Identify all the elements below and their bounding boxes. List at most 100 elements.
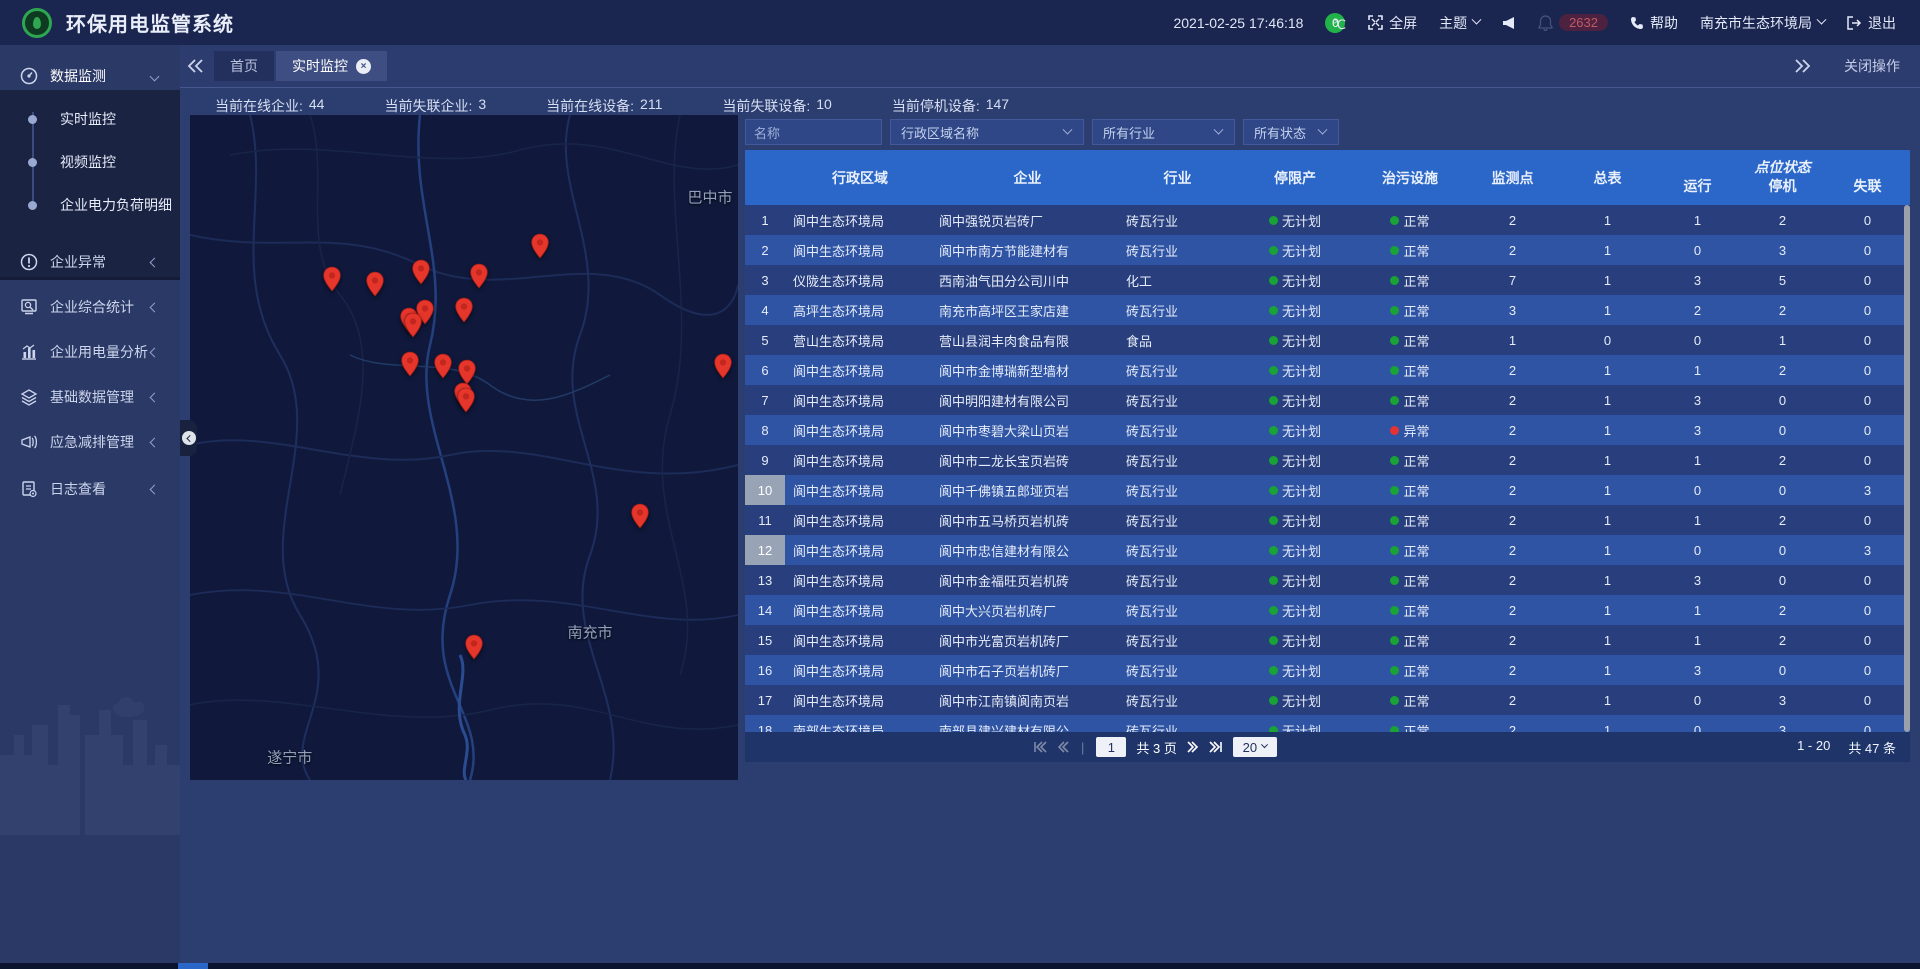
theme-dropdown[interactable]: 主题 — [1439, 13, 1480, 33]
table-row[interactable]: 9 阆中生态环境局 阆中市二龙长宝页岩砖 砖瓦行业 无计划 正常 2 1 1 2… — [745, 445, 1910, 475]
table-row[interactable]: 3 仪陇生态环境局 西南油气田分公司川中 化工 无计划 正常 7 1 3 5 0 — [745, 265, 1910, 295]
page-size-select[interactable]: 20 — [1233, 737, 1277, 757]
last-page-button[interactable] — [1209, 741, 1223, 753]
status-select[interactable]: 所有状态 — [1243, 119, 1339, 145]
row-meters-cell: 1 — [1560, 355, 1655, 385]
row-points-cell: 2 — [1465, 595, 1560, 625]
notifications[interactable]: 2632 — [1538, 14, 1608, 31]
row-points-cell: 2 — [1465, 235, 1560, 265]
table-row[interactable]: 6 阆中生态环境局 阆中市金博瑞新型墙材 砖瓦行业 无计划 正常 2 1 1 2… — [745, 355, 1910, 385]
row-plan-cell: 无计划 — [1235, 235, 1355, 265]
map-pin-icon[interactable] — [630, 503, 649, 529]
map-pin-icon[interactable] — [400, 351, 419, 377]
table-row[interactable]: 14 阆中生态环境局 阆中大兴页岩机砖厂 砖瓦行业 无计划 正常 2 1 1 2… — [745, 595, 1910, 625]
table-row[interactable]: 15 阆中生态环境局 阆中市光富页岩机砖厂 砖瓦行业 无计划 正常 2 1 1 … — [745, 625, 1910, 655]
tabs-scroll-left-button[interactable] — [180, 52, 210, 80]
first-page-button[interactable] — [1033, 741, 1047, 753]
sidebar-item-company-statistics[interactable]: 企业综合统计 — [0, 289, 180, 325]
logout-button[interactable]: 退出 — [1847, 13, 1896, 33]
tabs-scroll-right-button[interactable] — [1788, 52, 1818, 80]
next-page-button[interactable] — [1187, 741, 1199, 753]
tab-close-icon[interactable]: × — [356, 59, 371, 74]
org-label: 南充市生态环境局 — [1700, 13, 1812, 33]
sidebar-item-data-monitor[interactable]: 数据监测 — [0, 58, 180, 94]
map-pin-icon[interactable] — [469, 263, 488, 289]
page-number-input[interactable]: 1 — [1096, 737, 1126, 757]
fullscreen-button[interactable]: 全屏 — [1368, 13, 1417, 33]
help-button[interactable]: 帮助 — [1630, 13, 1678, 33]
table-row[interactable]: 1 阆中生态环境局 阆中强锐页岩砖厂 砖瓦行业 无计划 正常 2 1 1 2 0 — [745, 205, 1910, 235]
row-facility-cell: 正常 — [1355, 565, 1465, 595]
tab-home[interactable]: 首页 — [214, 51, 274, 81]
row-running-cell: 1 — [1655, 505, 1740, 535]
sound-toggle[interactable] — [1502, 16, 1516, 30]
map-pin-icon[interactable] — [455, 297, 474, 323]
sidebar-subitem-realtime-monitor[interactable]: 实时监控 — [0, 103, 180, 135]
map-pin-icon[interactable] — [412, 259, 431, 285]
row-facility-cell: 正常 — [1355, 505, 1465, 535]
facility-status-dot — [1390, 486, 1399, 495]
row-plan-cell: 无计划 — [1235, 505, 1355, 535]
table-row[interactable]: 16 阆中生态环境局 阆中市石子页岩机砖厂 砖瓦行业 无计划 正常 2 1 3 … — [745, 655, 1910, 685]
map-pin-icon[interactable] — [457, 387, 476, 413]
row-meters-cell: 1 — [1560, 535, 1655, 565]
facility-status-label: 正常 — [1403, 211, 1429, 230]
row-index-cell: 17 — [745, 685, 785, 715]
map-pin-icon[interactable] — [714, 353, 733, 379]
app-logo — [22, 8, 52, 38]
table-row[interactable]: 5 营山生态环境局 营山县润丰肉食品有限 食品 无计划 正常 1 0 0 1 0 — [745, 325, 1910, 355]
table-row[interactable]: 10 阆中生态环境局 阆中千佛镇五郎垭页岩 砖瓦行业 无计划 正常 2 1 0 … — [745, 475, 1910, 505]
sidebar-subitem-power-load-detail[interactable]: 企业电力负荷明细 — [0, 189, 180, 221]
map-pin-icon[interactable] — [531, 233, 550, 259]
table-row[interactable]: 18 南部生态环境局 南部县建兴建材有限公 砖瓦行业 无计划 正常 2 1 0 … — [745, 715, 1910, 732]
map-roads-layer — [190, 115, 738, 780]
row-region-cell: 阆中生态环境局 — [785, 595, 935, 625]
table-row[interactable]: 11 阆中生态环境局 阆中市五马桥页岩机砖 砖瓦行业 无计划 正常 2 1 1 … — [745, 505, 1910, 535]
row-region-cell: 阆中生态环境局 — [785, 625, 935, 655]
app-root: 环保用电监管系统 2021-02-25 17:46:18 0 ℃ 全屏 主题 2… — [0, 0, 1920, 969]
chevron-left-icon — [150, 347, 160, 357]
prev-page-button[interactable] — [1057, 741, 1069, 753]
region-select[interactable]: 行政区域名称 — [890, 119, 1084, 145]
map-pin-icon[interactable] — [434, 353, 453, 379]
industry-select[interactable]: 所有行业 — [1092, 119, 1235, 145]
bottom-edge-strip — [0, 963, 1920, 969]
stat-label: 当前失联企业: — [384, 96, 472, 116]
map-pin-icon[interactable] — [404, 312, 423, 338]
map-pin-icon[interactable] — [464, 634, 483, 660]
sidebar-item-base-data[interactable]: 基础数据管理 — [0, 379, 180, 415]
table-row[interactable]: 12 阆中生态环境局 阆中市忠信建材有限公 砖瓦行业 无计划 正常 2 1 0 … — [745, 535, 1910, 565]
sidebar-item-log-view[interactable]: 日志查看 — [0, 471, 180, 507]
table-row[interactable]: 8 阆中生态环境局 阆中市枣碧大梁山页岩 砖瓦行业 无计划 异常 2 1 3 0… — [745, 415, 1910, 445]
row-lost-cell: 0 — [1825, 445, 1910, 475]
map-pin-icon[interactable] — [457, 359, 476, 385]
row-points-cell: 2 — [1465, 205, 1560, 235]
top-header-bar: 环保用电监管系统 2021-02-25 17:46:18 0 ℃ 全屏 主题 2… — [0, 0, 1920, 45]
sidebar-item-power-analysis[interactable]: 企业用电量分析 — [0, 334, 180, 370]
map-pin-icon[interactable] — [322, 266, 341, 292]
sidebar-item-emergency-reduction[interactable]: 应急减排管理 — [0, 424, 180, 460]
close-operations-button[interactable]: 关闭操作 — [1844, 56, 1900, 76]
row-meters-cell: 1 — [1560, 295, 1655, 325]
table-row[interactable]: 2 阆中生态环境局 阆中市南方节能建材有 砖瓦行业 无计划 正常 2 1 0 3… — [745, 235, 1910, 265]
sidebar-subitem-video-monitor[interactable]: 视频监控 — [0, 146, 180, 178]
name-search-input[interactable]: 名称 — [745, 119, 882, 145]
facility-status-label: 正常 — [1403, 391, 1429, 410]
tab-realtime-monitor[interactable]: 实时监控 × — [276, 51, 387, 81]
chevron-down-icon — [1214, 124, 1224, 134]
table-row[interactable]: 17 阆中生态环境局 阆中市江南镇阆南页岩 砖瓦行业 无计划 正常 2 1 0 … — [745, 685, 1910, 715]
table-row[interactable]: 13 阆中生态环境局 阆中市金福旺页岩机砖 砖瓦行业 无计划 正常 2 1 3 … — [745, 565, 1910, 595]
org-dropdown[interactable]: 南充市生态环境局 — [1700, 13, 1825, 33]
record-range-label: 1 - 20 — [1797, 738, 1830, 757]
sidebar-item-company-abnormal[interactable]: 企业异常 — [0, 244, 180, 280]
table-scrollbar[interactable] — [1904, 205, 1910, 732]
map-pin-icon[interactable] — [366, 271, 385, 297]
facility-status-label: 正常 — [1403, 601, 1429, 620]
plan-status-label: 无计划 — [1282, 571, 1321, 590]
row-lost-cell: 0 — [1825, 625, 1910, 655]
table-row[interactable]: 7 阆中生态环境局 阆中明阳建材有限公司 砖瓦行业 无计划 正常 2 1 3 0… — [745, 385, 1910, 415]
map-panel[interactable]: 巴中市 南充市 遂宁市 — [190, 115, 738, 780]
table-row[interactable]: 4 高坪生态环境局 南充市高坪区王家店建 砖瓦行业 无计划 正常 3 1 2 2… — [745, 295, 1910, 325]
sidebar-collapse-handle[interactable] — [180, 420, 197, 456]
double-chevron-right-icon — [1795, 59, 1811, 73]
